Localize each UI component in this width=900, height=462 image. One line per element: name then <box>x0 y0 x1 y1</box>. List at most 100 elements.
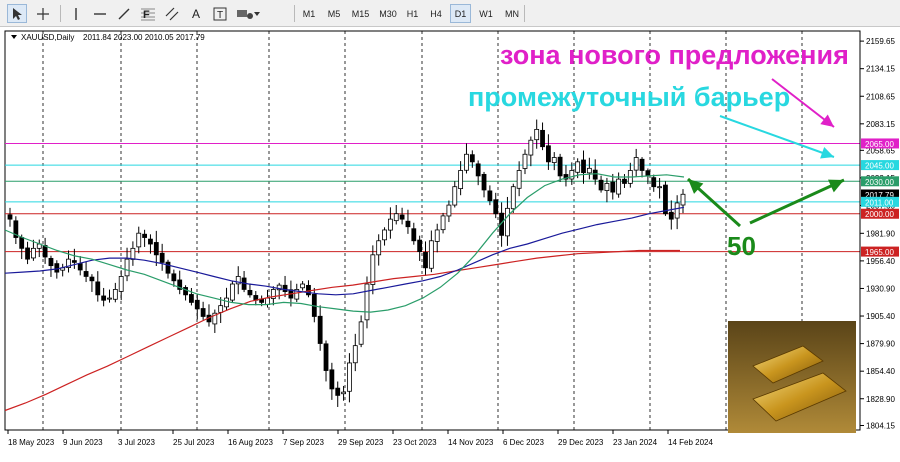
candle[interactable] <box>118 276 124 292</box>
candle[interactable] <box>194 299 200 310</box>
candle[interactable] <box>540 129 545 148</box>
candle[interactable] <box>534 128 540 141</box>
candle[interactable] <box>352 345 358 364</box>
candle[interactable] <box>341 391 346 395</box>
candle[interactable] <box>581 159 586 174</box>
candle[interactable] <box>159 252 165 263</box>
candle[interactable] <box>25 247 30 260</box>
timeframe-w1[interactable]: W1 <box>475 4 497 23</box>
candle[interactable] <box>142 233 148 238</box>
candle[interactable] <box>77 263 83 271</box>
candle[interactable] <box>464 153 469 171</box>
candle[interactable] <box>370 254 376 285</box>
candle[interactable] <box>680 193 686 206</box>
candle[interactable] <box>423 252 428 269</box>
candle[interactable] <box>229 283 235 301</box>
candle[interactable] <box>306 284 311 296</box>
candle[interactable] <box>48 257 54 267</box>
candle[interactable] <box>546 145 551 163</box>
candle[interactable] <box>265 297 270 305</box>
candle[interactable] <box>153 242 159 256</box>
candle[interactable] <box>645 170 651 177</box>
candle[interactable] <box>83 271 89 277</box>
candle[interactable] <box>200 308 206 317</box>
candle[interactable] <box>165 261 171 274</box>
candle[interactable] <box>551 157 557 163</box>
candle[interactable] <box>592 169 598 180</box>
timeframe-m1[interactable]: M1 <box>298 4 320 23</box>
candle[interactable] <box>516 170 522 189</box>
timeframe-m15[interactable]: M15 <box>348 4 373 23</box>
candle[interactable] <box>112 289 118 300</box>
candle[interactable] <box>54 263 60 273</box>
shapes-icon[interactable] <box>234 4 262 23</box>
candle[interactable] <box>89 276 95 282</box>
candle[interactable] <box>428 240 434 269</box>
candle[interactable] <box>42 245 48 258</box>
candle[interactable] <box>651 177 657 188</box>
candle[interactable] <box>364 283 370 321</box>
candle[interactable] <box>440 215 446 231</box>
channel-icon[interactable] <box>162 4 182 23</box>
candle[interactable] <box>446 204 452 217</box>
candle[interactable] <box>335 387 341 396</box>
candle[interactable] <box>598 179 604 191</box>
timeframe-h4[interactable]: H4 <box>425 4 447 23</box>
candle[interactable] <box>376 240 382 256</box>
candle[interactable] <box>657 186 662 189</box>
candle[interactable] <box>382 229 387 241</box>
candle[interactable] <box>405 220 411 228</box>
candle[interactable] <box>481 173 487 191</box>
candle[interactable] <box>247 289 253 296</box>
timeframe-h1[interactable]: H1 <box>403 4 422 23</box>
candle[interactable] <box>469 154 475 163</box>
candle[interactable] <box>434 229 440 242</box>
price-chart[interactable]: 2159.652134.152108.652083.152058.652033.… <box>0 27 900 457</box>
candle[interactable] <box>510 186 516 210</box>
timeframe-mn[interactable]: MN <box>501 4 523 23</box>
candle[interactable] <box>452 186 458 206</box>
candle[interactable] <box>633 157 639 171</box>
candle[interactable] <box>136 232 142 248</box>
candle[interactable] <box>674 202 680 219</box>
candle[interactable] <box>7 214 13 220</box>
vertical-line-icon[interactable] <box>66 4 86 23</box>
candle[interactable] <box>475 163 481 177</box>
candle[interactable] <box>557 156 563 177</box>
timeframe-m30[interactable]: M30 <box>376 4 400 23</box>
candle[interactable] <box>31 247 36 259</box>
candle[interactable] <box>505 207 510 237</box>
candle[interactable] <box>71 260 77 263</box>
horizontal-line-icon[interactable] <box>90 4 110 23</box>
candle[interactable] <box>522 153 528 169</box>
candle[interactable] <box>300 283 306 289</box>
candle[interactable] <box>148 238 153 245</box>
candle[interactable] <box>604 183 610 191</box>
candle[interactable] <box>417 239 423 252</box>
candle[interactable] <box>218 305 224 313</box>
candle[interactable] <box>411 228 417 242</box>
timeframe-m5[interactable]: M5 <box>323 4 345 23</box>
candle[interactable] <box>663 184 668 215</box>
candle[interactable] <box>610 181 616 193</box>
candle[interactable] <box>458 170 464 190</box>
fibonacci-icon[interactable]: F <box>138 4 158 23</box>
candle[interactable] <box>639 158 645 171</box>
candle[interactable] <box>19 237 25 249</box>
crosshair-icon[interactable] <box>33 4 53 23</box>
candle[interactable] <box>224 297 229 308</box>
candle[interactable] <box>107 297 112 300</box>
candle[interactable] <box>622 178 627 184</box>
candle[interactable] <box>347 362 352 392</box>
candle[interactable] <box>668 211 674 220</box>
cursor-icon[interactable] <box>7 4 27 23</box>
candle[interactable] <box>101 295 107 301</box>
candle[interactable] <box>282 284 288 292</box>
candle[interactable] <box>387 218 393 231</box>
candle[interactable] <box>323 343 329 371</box>
candle[interactable] <box>528 139 534 156</box>
candle[interactable] <box>95 281 101 296</box>
candle[interactable] <box>493 199 499 215</box>
candle[interactable] <box>399 214 405 220</box>
candle[interactable] <box>616 178 622 195</box>
